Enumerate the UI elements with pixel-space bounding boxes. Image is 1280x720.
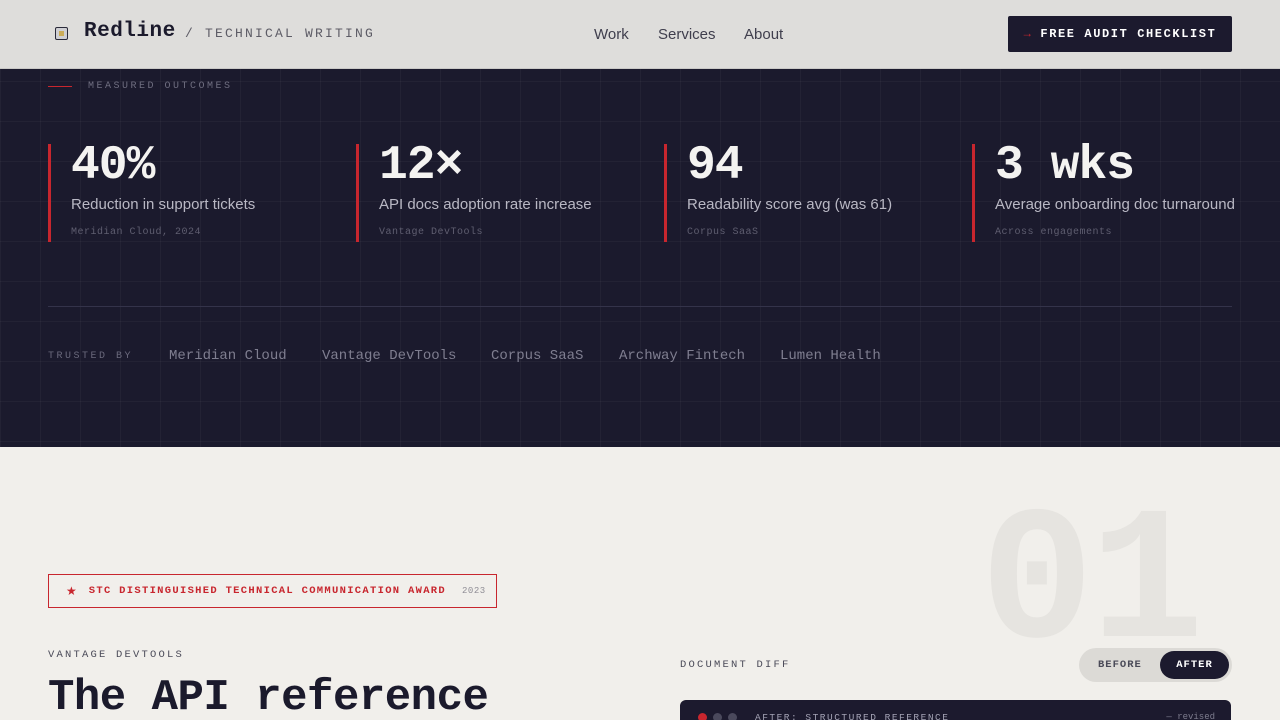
arrow-right-icon: →	[1023, 27, 1033, 41]
stat-description: API docs adoption rate increase	[379, 196, 592, 213]
stat-description: Average onboarding doc turnaround	[995, 196, 1235, 213]
stat-source: Meridian Cloud, 2024	[71, 227, 202, 238]
outcomes-section: MEASURED OUTCOMES 40% Reduction in suppo…	[0, 69, 1280, 447]
stat-card: 12× API docs adoption rate increase Vant…	[356, 139, 636, 242]
window-dot-icon	[728, 713, 737, 720]
before-toggle-button[interactable]: BEFORE	[1098, 659, 1142, 671]
window-title: AFTER: STRUCTURED REFERENCE	[755, 712, 950, 720]
star-icon: ★	[66, 584, 77, 598]
stat-value: 40%	[71, 139, 155, 193]
document-diff-label: DOCUMENT DIFF	[680, 659, 791, 671]
cta-label: FREE AUDIT CHECKLIST	[1040, 27, 1217, 41]
award-badge: ★ STC DISTINGUISHED TECHNICAL COMMUNICAT…	[48, 574, 497, 608]
trusted-by-label: TRUSTED BY	[48, 351, 134, 362]
stat-value: 12×	[379, 139, 463, 193]
after-toggle-button[interactable]: AFTER	[1160, 651, 1229, 679]
client-logo-meridian: Meridian Cloud	[169, 348, 287, 364]
brand-tagline: / TECHNICAL WRITING	[185, 26, 376, 41]
stat-source: Across engagements	[995, 227, 1113, 238]
logo-icon[interactable]	[55, 27, 68, 40]
stat-source: Vantage DevTools	[379, 227, 484, 238]
stat-value: 94	[687, 139, 744, 193]
section-rule	[48, 86, 72, 87]
client-logo-lumen: Lumen Health	[780, 348, 881, 364]
award-year: 2023	[462, 586, 486, 596]
nav-services-link[interactable]: Services	[658, 26, 716, 43]
brand-name[interactable]: Redline	[84, 20, 176, 43]
window-status: — revised	[1166, 712, 1215, 720]
stat-value: 3 wks	[995, 139, 1135, 193]
window-dot-icon	[713, 713, 722, 720]
case-title: The API reference	[48, 673, 489, 720]
free-audit-checklist-button[interactable]: → FREE AUDIT CHECKLIST	[1008, 16, 1232, 52]
award-title: STC DISTINGUISHED TECHNICAL COMMUNICATIO…	[88, 585, 447, 597]
document-window: AFTER: STRUCTURED REFERENCE — revised	[680, 700, 1231, 720]
stat-description: Reduction in support tickets	[71, 196, 256, 213]
before-after-toggle: BEFORE AFTER	[1079, 648, 1232, 682]
nav-about-link[interactable]: About	[744, 26, 783, 43]
client-logo-archway: Archway Fintech	[619, 348, 746, 364]
stat-card: 40% Reduction in support tickets Meridia…	[48, 139, 328, 242]
stat-source: Corpus SaaS	[687, 227, 759, 238]
stat-card: 94 Readability score avg (was 61) Corpus…	[664, 139, 944, 242]
site-header: Redline / TECHNICAL WRITING Work Service…	[0, 0, 1280, 69]
section-label: MEASURED OUTCOMES	[88, 81, 233, 92]
window-dot-red-icon	[698, 713, 707, 720]
client-logo-vantage: Vantage DevTools	[322, 348, 457, 364]
nav-work-link[interactable]: Work	[594, 26, 629, 43]
client-logo-corpus: Corpus SaaS	[491, 348, 584, 364]
section-divider	[48, 306, 1232, 307]
case-client-label: VANTAGE DEVTOOLS	[48, 649, 185, 661]
stat-card: 3 wks Average onboarding doc turnaround …	[972, 139, 1252, 242]
stat-description: Readability score avg (was 61)	[687, 196, 893, 213]
